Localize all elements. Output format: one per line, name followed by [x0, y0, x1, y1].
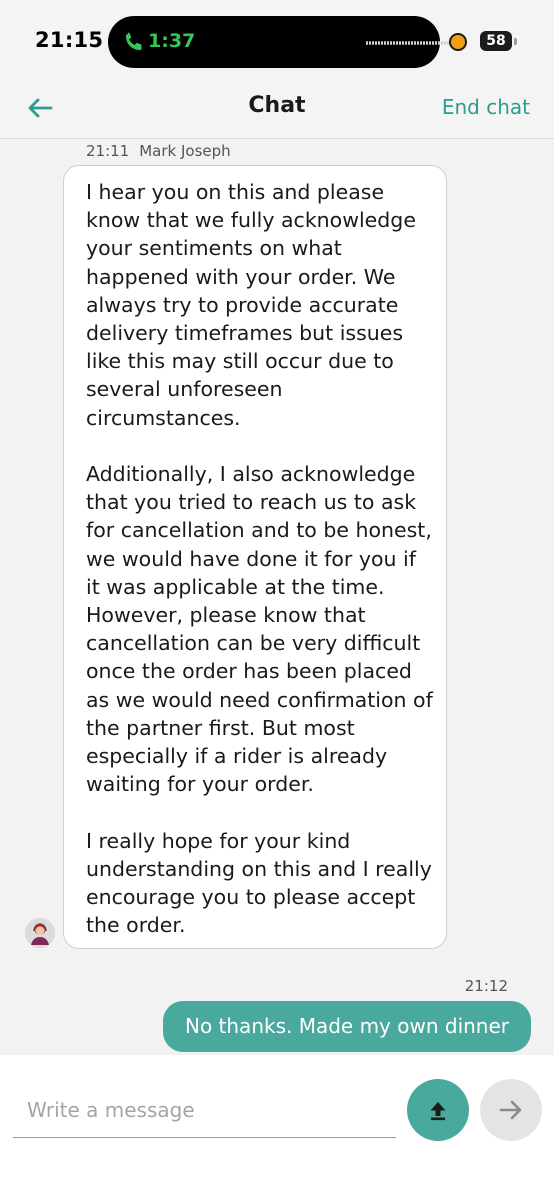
mic-indicator-icon: [451, 35, 465, 49]
sender-name: Mark Joseph: [139, 142, 231, 160]
message-input[interactable]: [13, 1082, 396, 1138]
message-paragraph: Additionally, I also acknowledge that yo…: [86, 462, 433, 797]
phone-icon: [125, 32, 142, 51]
send-button[interactable]: [480, 1079, 542, 1141]
dynamic-island-call[interactable]: 1:37: [108, 16, 452, 68]
chat-header: Chat End chat: [0, 84, 554, 139]
message-text: I hear you on this and please know that …: [86, 178, 436, 939]
outgoing-message-bubble[interactable]: No thanks. Made my own dinner: [163, 1001, 531, 1052]
message-time: 21:12: [464, 977, 508, 995]
battery-icon: 58: [480, 31, 512, 51]
message-paragraph: I hear you on this and please know that …: [86, 180, 416, 430]
status-time: 21:15: [35, 28, 104, 52]
message-paragraph: I really hope for your kind understandin…: [86, 828, 432, 938]
upload-icon: [430, 1102, 446, 1121]
call-timer: 1:37: [148, 30, 196, 52]
message-meta: 21:11 Mark Joseph: [86, 142, 231, 160]
message-composer: [0, 1055, 554, 1200]
arrow-right-icon: [499, 1100, 522, 1120]
incoming-message-bubble[interactable]: I hear you on this and please know that …: [63, 165, 447, 949]
battery-tip: [514, 38, 517, 45]
message-time: 21:11: [86, 142, 130, 160]
audio-waveform-icon: [366, 38, 452, 48]
battery-level: 58: [486, 33, 506, 49]
attach-button[interactable]: [407, 1079, 469, 1141]
end-chat-button[interactable]: End chat: [442, 95, 530, 119]
status-bar: 21:15 1:37 58: [0, 0, 554, 84]
message-text: No thanks. Made my own dinner: [184, 1014, 510, 1038]
agent-avatar-icon: [25, 918, 55, 948]
